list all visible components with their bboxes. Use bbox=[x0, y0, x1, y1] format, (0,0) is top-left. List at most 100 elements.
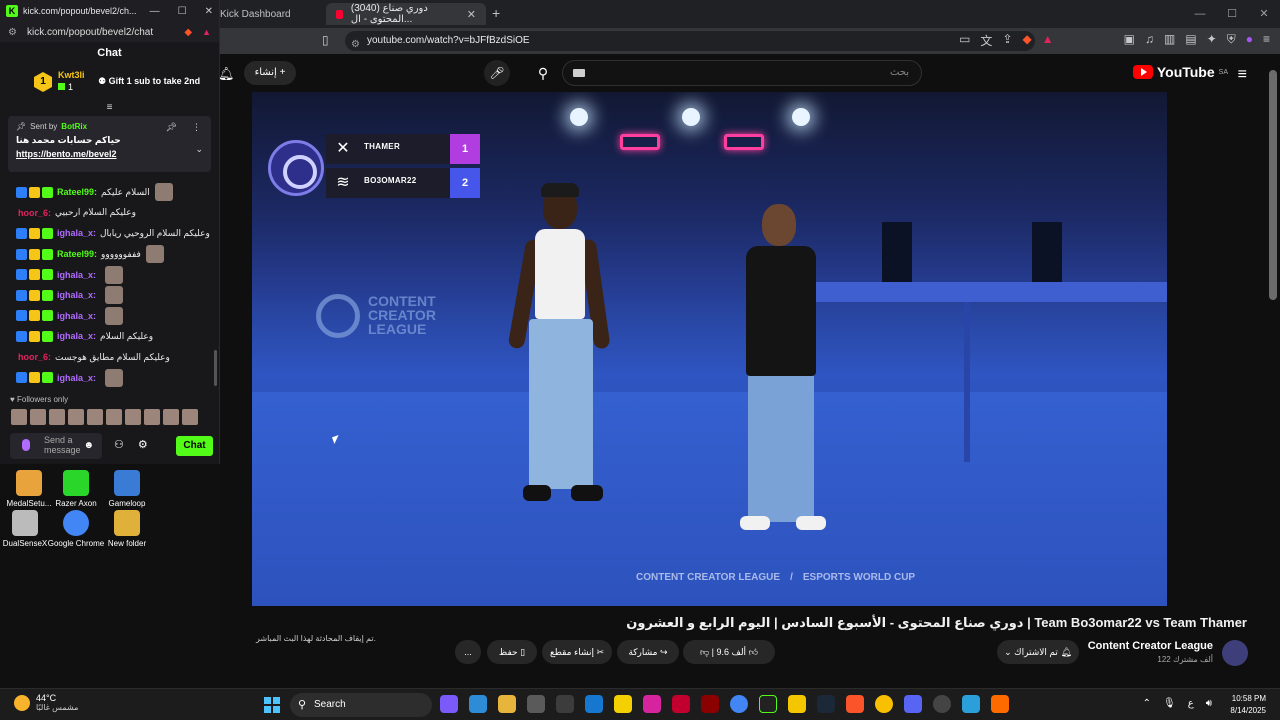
chat-message[interactable]: Rateel99: فففوووووو bbox=[0, 244, 214, 265]
brave-rewards-icon[interactable]: ▲ bbox=[1042, 32, 1054, 49]
brave-shield-icon[interactable]: ◆ bbox=[184, 27, 192, 38]
chat-message[interactable]: ighala_x: bbox=[0, 306, 214, 327]
chatgpt-icon[interactable] bbox=[933, 695, 951, 713]
mic-icon[interactable] bbox=[22, 439, 30, 451]
chat-username[interactable]: Rateel99: bbox=[57, 249, 97, 259]
app-icon[interactable] bbox=[991, 695, 1009, 713]
chat-message[interactable]: ighala_x: وعليكم السلام bbox=[0, 326, 214, 347]
channel-name[interactable]: Content Creator League bbox=[1088, 640, 1213, 652]
search-input[interactable]: بحث bbox=[562, 60, 922, 86]
gift-leaderboard[interactable]: 1 Kwt3li 1 ⚉ Gift 1 sub to take 2nd bbox=[6, 66, 213, 100]
taskbar-search[interactable]: ⚲ Search bbox=[290, 693, 432, 717]
emoji-icon[interactable]: ☻ bbox=[83, 440, 94, 451]
chat-username[interactable]: ighala_x: bbox=[57, 311, 96, 321]
sidebar-icon[interactable]: ▥ bbox=[1164, 32, 1175, 49]
search-icon[interactable]: ⚲ bbox=[528, 60, 558, 86]
chat-username[interactable]: hoor_6: bbox=[18, 208, 51, 218]
desktop-icon[interactable]: Gameloop bbox=[98, 470, 156, 508]
youtube-logo[interactable]: YouTube SA bbox=[1132, 64, 1228, 80]
share-button[interactable]: مشاركة ↪ bbox=[617, 640, 679, 664]
close-tab-icon[interactable]: ✕ bbox=[467, 8, 476, 21]
chat-username[interactable]: ighala_x: bbox=[57, 270, 96, 280]
chat-message[interactable]: ighala_x: bbox=[0, 264, 214, 285]
desktop-icon[interactable]: DualSenseX bbox=[0, 510, 54, 548]
new-tab-button[interactable]: + bbox=[492, 5, 500, 21]
emote[interactable] bbox=[30, 409, 46, 425]
minimize-button[interactable]: — bbox=[150, 6, 160, 17]
cast-icon[interactable]: ▭ bbox=[959, 32, 970, 49]
emote[interactable] bbox=[68, 409, 84, 425]
emote[interactable] bbox=[87, 409, 103, 425]
share-icon[interactable]: ⇪ bbox=[1002, 32, 1012, 49]
guide-menu-icon[interactable]: ≡ bbox=[1238, 66, 1247, 84]
emote[interactable] bbox=[125, 409, 141, 425]
settings-gear-icon[interactable]: ⚙ bbox=[138, 438, 148, 451]
save-button[interactable]: حفظ ▯ bbox=[487, 640, 537, 664]
chat-message[interactable]: ighala_x: وعليكم السلام الروحيي ريابال bbox=[0, 223, 214, 244]
translate-icon[interactable]: 文 bbox=[980, 32, 992, 49]
chat-messages[interactable]: Rateel99: السلام عليكم hoor_6: وعليكم السلا… bbox=[0, 182, 214, 388]
screenshot-icon[interactable]: ▣ bbox=[1124, 32, 1135, 49]
bookmark-icon[interactable]: ▯ bbox=[322, 33, 329, 47]
more-actions-button[interactable]: ... bbox=[455, 640, 481, 664]
app-icon[interactable] bbox=[788, 695, 806, 713]
app-icon[interactable] bbox=[962, 695, 980, 713]
scrollbar-thumb[interactable] bbox=[1269, 70, 1277, 300]
chat-scrollbar[interactable] bbox=[214, 350, 217, 386]
chat-username[interactable]: ighala_x: bbox=[57, 373, 96, 383]
instagram-icon[interactable] bbox=[643, 695, 661, 713]
brave-icon[interactable] bbox=[846, 695, 864, 713]
steam-icon[interactable] bbox=[817, 695, 835, 713]
chat-message[interactable]: Rateel99: السلام عليكم bbox=[0, 182, 214, 203]
page-scrollbar[interactable] bbox=[1266, 54, 1280, 682]
desktop-icon[interactable]: Google Chrome bbox=[47, 510, 105, 548]
dislike-icon[interactable]: 👎︎ bbox=[700, 647, 709, 657]
windows-start-icon[interactable] bbox=[264, 697, 280, 713]
weather-widget[interactable]: 44°C مشمس غالبًا bbox=[14, 693, 78, 712]
discord-icon[interactable] bbox=[904, 695, 922, 713]
pinned-link[interactable]: https://bento.me/bevel2 bbox=[16, 149, 203, 159]
app-icon[interactable] bbox=[556, 695, 574, 713]
emote[interactable] bbox=[163, 409, 179, 425]
edge-icon[interactable] bbox=[469, 695, 487, 713]
chrome-icon[interactable] bbox=[730, 695, 748, 713]
emote[interactable] bbox=[182, 409, 198, 425]
emote[interactable] bbox=[106, 409, 122, 425]
brave-rewards-icon[interactable]: ▲ bbox=[202, 27, 211, 37]
outlook-icon[interactable] bbox=[585, 695, 603, 713]
chat-message-input[interactable]: Send a message ☻ bbox=[10, 433, 102, 459]
snapchat-icon[interactable] bbox=[614, 695, 632, 713]
kick-app-icon[interactable] bbox=[759, 695, 777, 713]
chat-message[interactable]: hoor_6: وعليكم السلام ارحبيي bbox=[0, 203, 214, 224]
clip-button[interactable]: إنشاء مقطع ✂ bbox=[542, 640, 612, 664]
users-icon[interactable]: ⚇ bbox=[114, 438, 124, 451]
chat-username[interactable]: hoor_6: bbox=[18, 352, 51, 362]
maximize-button[interactable]: ☐ bbox=[1216, 0, 1248, 28]
emote[interactable] bbox=[11, 409, 27, 425]
emote[interactable] bbox=[49, 409, 65, 425]
tab-kick-dashboard[interactable]: Kick Dashboard bbox=[210, 3, 325, 25]
netflix-icon[interactable] bbox=[701, 695, 719, 713]
chat-username[interactable]: Rateel99: bbox=[57, 187, 97, 197]
desktop-icon[interactable]: Razer Axon bbox=[47, 470, 105, 508]
notifications-icon[interactable]: 🔔︎ bbox=[218, 66, 235, 82]
clock[interactable]: 10:58 PM 8/14/2025 bbox=[1230, 693, 1266, 717]
leo-ai-icon[interactable]: ● bbox=[1246, 32, 1253, 49]
language-indicator[interactable]: ع bbox=[1188, 698, 1194, 709]
keyboard-icon[interactable] bbox=[573, 69, 585, 77]
maximize-button[interactable]: ☐ bbox=[178, 6, 187, 17]
channel-avatar[interactable] bbox=[1222, 640, 1248, 666]
chat-message[interactable]: ighala_x: bbox=[0, 285, 214, 306]
chevron-down-icon[interactable]: ⌄ bbox=[195, 144, 203, 155]
more-options-icon[interactable]: ⋮ bbox=[192, 122, 201, 133]
menu-icon[interactable]: ≡ bbox=[1263, 32, 1270, 49]
chat-username[interactable]: ighala_x: bbox=[57, 290, 96, 300]
unpin-icon[interactable]: 📌︎ bbox=[166, 122, 177, 133]
close-window-button[interactable]: ✕ bbox=[205, 6, 213, 17]
video-player[interactable]: CONTENT CREATOR LEAGUE ✕ THAMER 1 ≋ BO3O… bbox=[252, 92, 1167, 606]
url-field[interactable]: ⚙ youtube.com/watch?v=bJFfBzdSiOE bbox=[345, 31, 1035, 51]
mic-icon[interactable]: 🎙︎ bbox=[1163, 698, 1176, 709]
opera-icon[interactable] bbox=[672, 695, 690, 713]
brave-shield-icon[interactable]: ◆ bbox=[1023, 32, 1032, 49]
emote[interactable] bbox=[144, 409, 160, 425]
